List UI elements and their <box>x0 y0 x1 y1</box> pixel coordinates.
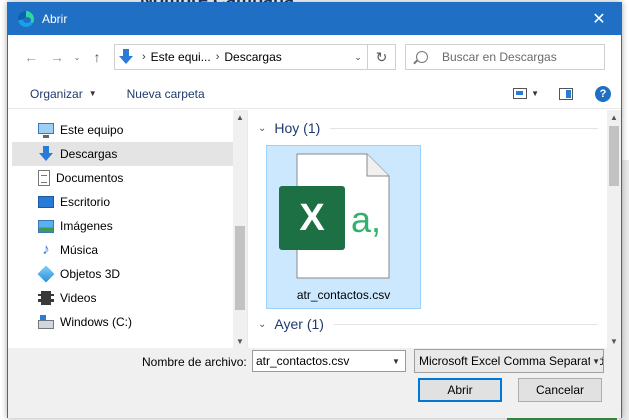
arrow-up-icon: ↑ <box>93 49 101 65</box>
tree-item-music[interactable]: ♪ Música <box>12 238 233 262</box>
filename-input[interactable]: atr_contactos.csv ▼ <box>252 350 406 372</box>
address-dropdown-button[interactable]: ⌄ <box>349 52 367 63</box>
breadcrumb-item[interactable]: Este equi... <box>151 50 211 64</box>
caret-down-icon[interactable]: ▼ <box>531 89 539 98</box>
downloads-icon <box>38 146 54 162</box>
open-button[interactable]: Abrir <box>418 378 502 402</box>
file-type-value: Microsoft Excel Comma Separated <box>419 354 604 368</box>
chevron-down-icon: ▼ <box>590 356 600 366</box>
refresh-button[interactable]: ↻ <box>368 44 396 70</box>
chevron-down-icon: ⌄ <box>258 122 267 134</box>
filename-value: atr_contactos.csv <box>256 354 350 368</box>
csv-glyph: a, <box>351 199 381 240</box>
search-icon <box>416 51 428 63</box>
excel-csv-icon: X a, <box>279 153 390 279</box>
excel-badge-letter: X <box>299 197 325 239</box>
organize-button[interactable]: Organizar ▼ <box>30 87 97 101</box>
tree-item-downloads[interactable]: Descargas <box>12 142 233 166</box>
tree-item-3d-objects[interactable]: Objetos 3D <box>12 262 233 286</box>
downloads-icon <box>119 49 133 65</box>
breadcrumb-separator-icon[interactable]: › <box>211 51 225 63</box>
arrow-left-icon: ← <box>24 49 38 65</box>
refresh-icon: ↻ <box>375 48 388 65</box>
group-header-today[interactable]: ⌄ Hoy (1) <box>258 120 598 136</box>
scrollbar-thumb[interactable] <box>609 126 619 186</box>
tree-item-pictures[interactable]: Imágenes <box>12 214 233 238</box>
tree-item-videos[interactable]: Videos <box>12 286 233 310</box>
drive-icon <box>38 314 54 329</box>
help-icon[interactable]: ? <box>595 85 611 102</box>
search-input[interactable]: Buscar en Descargas <box>405 44 605 70</box>
computer-icon <box>38 123 54 138</box>
recent-locations-button[interactable]: ⌄ <box>70 44 84 70</box>
edge-browser-icon <box>18 11 34 27</box>
file-list: ⌄ Hoy (1) X a, atr_contactos.csv ⌄ Ayer … <box>248 110 621 348</box>
search-placeholder: Buscar en Descargas <box>442 50 557 64</box>
breadcrumb-item[interactable]: Descargas <box>224 50 281 64</box>
pictures-icon <box>38 219 54 233</box>
scrollbar-thumb[interactable] <box>235 226 245 310</box>
up-button[interactable]: ↑ <box>84 44 110 70</box>
tree-item-documents[interactable]: Documentos <box>12 166 233 190</box>
desktop-icon <box>38 196 54 208</box>
preview-pane-icon[interactable] <box>559 87 573 100</box>
open-file-dialog: Abrir ✕ ← → ⌄ ↑ › Este equi... › Descarg… <box>7 2 622 418</box>
scroll-up-icon[interactable]: ▲ <box>233 110 247 124</box>
change-view-icon[interactable] <box>513 88 528 99</box>
dialog-titlebar: Abrir ✕ <box>8 3 621 35</box>
file-item[interactable]: X a, atr_contactos.csv <box>266 145 421 309</box>
main-area: Este equipo Descargas Documentos Escrito… <box>8 110 621 348</box>
dialog-footer: Nombre de archivo: atr_contactos.csv ▼ M… <box>8 348 621 418</box>
navigation-bar: ← → ⌄ ↑ › Este equi... › Descargas ⌄ ↻ B… <box>8 35 621 79</box>
file-type-select[interactable]: Microsoft Excel Comma Separated ▼ <box>414 349 604 373</box>
navigation-pane: Este equipo Descargas Documentos Escrito… <box>8 110 248 348</box>
file-list-scrollbar[interactable]: ▲ ▼ <box>607 110 621 348</box>
tree-item-windows-c[interactable]: Windows (C:) <box>12 310 233 334</box>
cancel-button[interactable]: Cancelar <box>518 378 602 402</box>
scroll-up-icon[interactable]: ▲ <box>607 110 621 124</box>
file-name-label: atr_contactos.csv <box>296 288 391 302</box>
close-button[interactable]: ✕ <box>577 3 621 35</box>
dialog-title: Abrir <box>42 12 68 26</box>
arrow-right-icon: → <box>50 49 64 65</box>
chevron-down-icon[interactable]: ▼ <box>387 357 405 366</box>
filename-label: Nombre de archivo: <box>142 355 247 369</box>
scroll-down-icon[interactable]: ▼ <box>233 334 247 348</box>
chevron-down-icon: ⌄ <box>258 318 267 330</box>
group-header-yesterday[interactable]: ⌄ Ayer (1) <box>258 316 598 332</box>
scroll-down-icon[interactable]: ▼ <box>607 334 621 348</box>
new-folder-button[interactable]: Nueva carpeta <box>127 87 205 101</box>
chevron-down-icon: ⌄ <box>354 51 362 62</box>
tree-item-desktop[interactable]: Escritorio <box>12 190 233 214</box>
navigation-scrollbar[interactable]: ▲ ▼ <box>233 110 247 348</box>
documents-icon <box>38 170 50 186</box>
address-bar[interactable]: › Este equi... › Descargas ⌄ <box>114 44 368 70</box>
chevron-down-icon: ⌄ <box>73 52 81 62</box>
tree-item-this-pc[interactable]: Este equipo <box>12 118 233 142</box>
caret-down-icon: ▼ <box>88 89 97 98</box>
breadcrumb-separator-icon[interactable]: › <box>137 51 151 63</box>
close-icon: ✕ <box>592 11 606 28</box>
3d-objects-icon <box>37 265 55 283</box>
videos-icon <box>38 291 54 305</box>
command-bar: Organizar ▼ Nueva carpeta ▼ ? <box>8 79 621 109</box>
back-button[interactable]: ← <box>18 44 44 70</box>
music-icon: ♪ <box>42 241 50 258</box>
forward-button[interactable]: → <box>44 44 70 70</box>
